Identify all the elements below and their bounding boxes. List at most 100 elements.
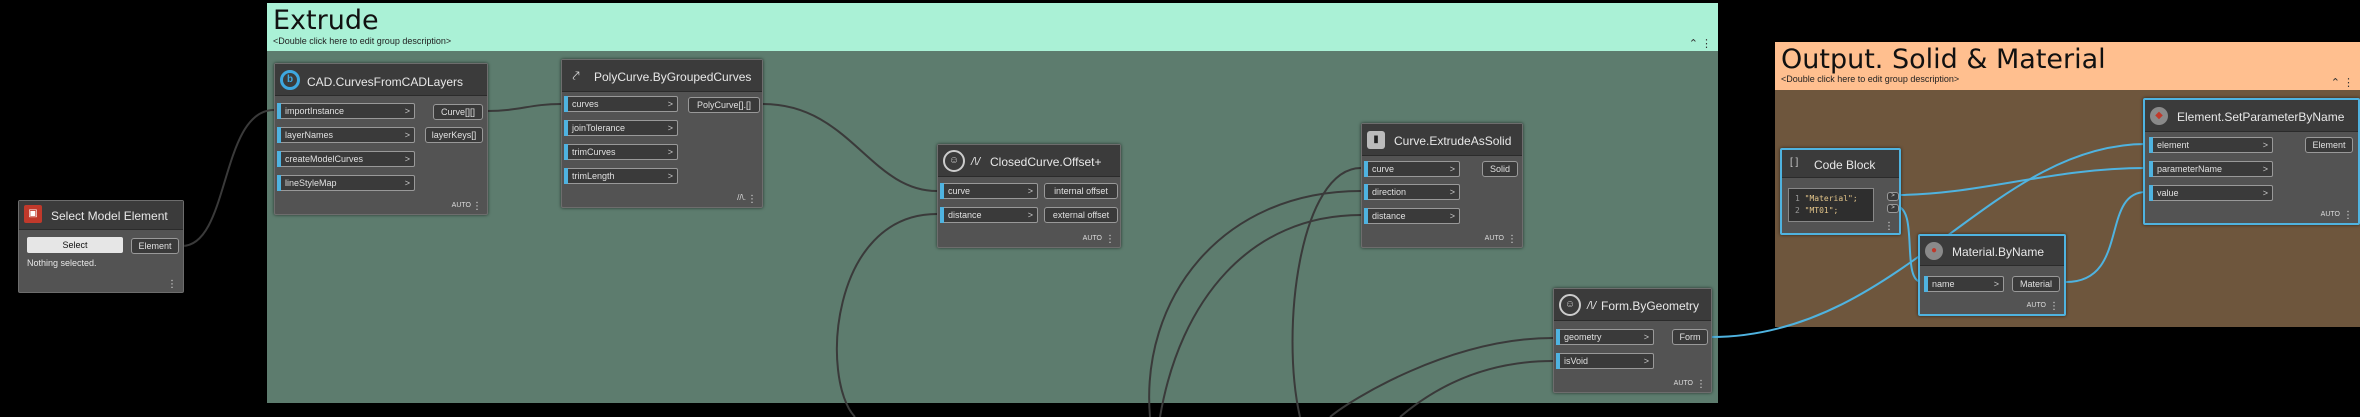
node-code-block[interactable]: [ ] Code Block 1 "Material"; 2 "MT01"; >… [1780,148,1901,235]
port-label: lineStyleMap [285,178,337,188]
node-menu-icon[interactable]: ⋮ [1105,234,1115,245]
node-header[interactable]: b CAD.CurvesFromCADLayers [275,64,487,96]
node-title: Curve.ExtrudeAsSolid [1394,134,1512,148]
input-port-direction[interactable]: direction > [1364,184,1460,200]
node-header[interactable]: ⤤ PolyCurve.ByGroupedCurves [562,60,762,92]
input-port-createmodelcurves[interactable]: createModelCurves > [277,151,415,167]
wire-select-to-cad[interactable] [181,109,275,247]
port-label: curve [1372,164,1395,174]
node-header[interactable]: [ ] Code Block [1782,150,1899,178]
input-port-importinstance[interactable]: importInstance > [277,103,415,119]
port-label: element [2157,140,2190,150]
node-menu-icon[interactable]: ⋮ [747,194,757,205]
output-port-internal-offset[interactable]: internal offset [1044,183,1118,199]
input-port-trimcurves[interactable]: trimCurves > [564,144,678,160]
node-form-by-geometry[interactable]: ☺ /\/ Form.ByGeometry geometry > isVoid > … [1553,288,1712,393]
node-title: CAD.CurvesFromCADLayers [307,75,464,89]
input-port-parametername[interactable]: parameterName > [2149,161,2273,177]
revit-icon: ◆ [2150,107,2168,125]
wire-extrude-distance[interactable] [1159,214,1362,417]
input-port-geometry[interactable]: geometry > [1556,329,1654,345]
output-port-line-2[interactable]: > [1887,204,1899,213]
lacing-label[interactable]: AUTO [2321,211,2340,218]
input-port-distance[interactable]: distance > [1364,208,1460,224]
node-select-model-element[interactable]: ▣ Select Model Element Select Element No… [18,200,184,293]
node-header[interactable]: ☺ /\/ ClosedCurve.Offset+ [938,145,1120,177]
select-button[interactable]: Select [27,237,123,253]
lacing-label[interactable]: AUTO [2027,302,2046,309]
port-label: direction [1372,187,1407,197]
input-port-jointolerance[interactable]: joinTolerance > [564,120,678,136]
input-port-isvoid[interactable]: isVoid > [1556,353,1654,369]
wire-form-isvoid[interactable] [1399,360,1554,417]
wire-material-to-value[interactable] [2065,191,2147,283]
node-material-by-name[interactable]: ● Material.ByName name > Material AUTO ⋮ [1918,234,2066,316]
output-port-element[interactable]: Element [131,238,179,254]
input-port-value[interactable]: value > [2149,185,2273,201]
input-port-linestylemap[interactable]: lineStyleMap > [277,175,415,191]
line-number: 1 [1795,194,1800,203]
node-header[interactable]: ▣ Select Model Element [19,201,183,230]
wire-extrude-direction[interactable] [1148,190,1362,417]
output-port-material[interactable]: Material [2012,276,2060,292]
port-label: geometry [1564,332,1602,342]
wire-polycurve-to-offset[interactable] [762,103,938,192]
code-editor[interactable]: 1 "Material"; 2 "MT01"; [1788,188,1874,222]
node-header[interactable]: ☺ /\/ Form.ByGeometry [1554,289,1711,321]
wire-extrude-curve[interactable] [1291,167,1362,417]
output-port-external-offset[interactable]: external offset [1044,207,1118,223]
output-port-layerkeys[interactable]: layerKeys[] [425,127,483,143]
input-port-curve[interactable]: curve > [1364,161,1460,177]
node-header[interactable]: ◆ Element.SetParameterByName [2145,100,2358,132]
input-port-curve[interactable]: curve > [940,183,1038,199]
port-label: name [1932,279,1955,289]
wire-code-to-paramname[interactable] [1894,167,2147,196]
node-closedcurve-offset[interactable]: ☺ /\/ ClosedCurve.Offset+ curve > distanc… [937,144,1121,248]
custom-node-mark: /\/ [971,156,981,168]
port-label: trimCurves [572,147,616,157]
input-port-trimlength[interactable]: trimLength > [564,168,678,184]
node-title: Select Model Element [51,209,168,223]
output-port-curves[interactable]: Curve[][] [433,104,483,120]
input-port-layernames[interactable]: layerNames > [277,127,415,143]
lacing-label[interactable]: AUTO [452,202,471,209]
node-element-set-parameter-by-name[interactable]: ◆ Element.SetParameterByName element > pa… [2143,98,2360,225]
node-cad-curves-from-cad-layers[interactable]: b CAD.CurvesFromCADLayers importInstance… [274,63,488,215]
node-menu-icon[interactable]: ⋮ [2049,301,2059,312]
lacing-label[interactable]: //\. [737,193,746,202]
wire-cad-to-polycurve[interactable] [486,103,562,112]
node-title: Element.SetParameterByName [2177,110,2345,124]
node-menu-icon[interactable]: ⋮ [167,279,177,290]
input-port-name[interactable]: name > [1924,276,2004,292]
lacing-label[interactable]: AUTO [1083,235,1102,242]
node-menu-icon[interactable]: ⋮ [1884,221,1894,232]
dynamo-canvas[interactable]: Extrude <Double click here to edit group… [0,0,2360,417]
code-block-icon: [ ] [1790,157,1799,168]
output-port-solid[interactable]: Solid [1482,161,1518,177]
wire-form-geometry[interactable] [1329,337,1554,417]
code-line: 1 "Material"; [1795,194,1858,203]
node-polycurve-by-grouped-curves[interactable]: ⤤ PolyCurve.ByGroupedCurves curves > join… [561,59,763,208]
output-port-line-1[interactable]: > [1887,192,1899,201]
polycurve-icon: ⤤ [572,68,580,83]
wire-offset-distance[interactable] [835,213,938,417]
node-curve-extrude-as-solid[interactable]: ▮ Curve.ExtrudeAsSolid curve > direction >… [1361,123,1523,248]
node-header[interactable]: ▮ Curve.ExtrudeAsSolid [1362,124,1522,156]
code-text: "Material"; [1804,194,1858,203]
node-menu-icon[interactable]: ⋮ [472,201,482,212]
node-header[interactable]: ● Material.ByName [1920,236,2064,266]
node-menu-icon[interactable]: ⋮ [2343,210,2353,221]
input-port-element[interactable]: element > [2149,137,2273,153]
output-port-form[interactable]: Form [1672,329,1708,345]
node-menu-icon[interactable]: ⋮ [1507,234,1517,245]
input-port-distance[interactable]: distance > [940,207,1038,223]
input-port-curves[interactable]: curves > [564,96,678,112]
output-port-polycurve[interactable]: PolyCurve[].[] [688,97,760,113]
node-menu-icon[interactable]: ⋮ [1696,379,1706,390]
lacing-label[interactable]: AUTO [1485,235,1504,242]
output-port-element[interactable]: Element [2305,137,2353,153]
node-title: ClosedCurve.Offset+ [990,155,1102,169]
lacing-label[interactable]: AUTO [1674,380,1693,387]
node-title: Material.ByName [1952,245,2045,259]
port-label: curve [948,186,971,196]
